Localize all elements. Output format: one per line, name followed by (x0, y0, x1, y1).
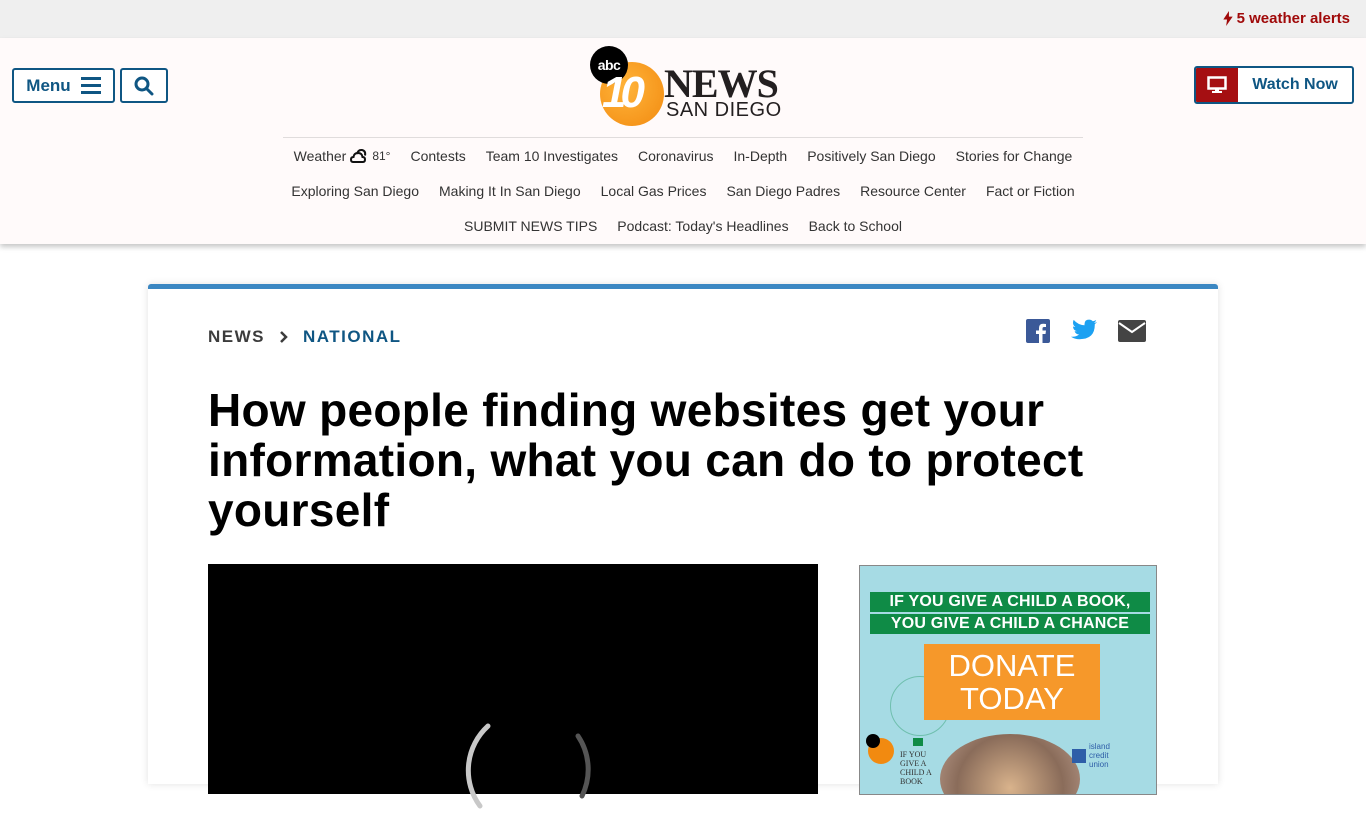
ad-donate-line-1: DONATE (948, 648, 1076, 683)
ad-donate-line-2: TODAY (960, 681, 1064, 716)
nav-item[interactable]: Local Gas Prices (591, 183, 717, 199)
nav-item[interactable]: Stories for Change (946, 148, 1083, 164)
ad-sponsor-logo: island credit union (1072, 742, 1129, 769)
breadcrumb-national[interactable]: NATIONAL (303, 327, 402, 347)
email-share-button[interactable] (1118, 320, 1146, 342)
nav-item[interactable]: Positively San Diego (797, 148, 945, 164)
nav-item[interactable]: SUBMIT NEWS TIPS (454, 218, 607, 234)
search-button[interactable] (120, 68, 168, 103)
advertisement[interactable]: IF YOU GIVE A CHILD A BOOK, YOU GIVE A C… (859, 565, 1157, 795)
book-icon (913, 738, 923, 746)
nav-item[interactable]: Fact or Fiction (976, 183, 1085, 199)
logo-city: SAN DIEGO (666, 99, 782, 121)
article-card: NEWS NATIONAL How people finding website… (148, 284, 1218, 809)
weather-alerts-label: 5 weather alerts (1236, 10, 1350, 27)
nav-item[interactable]: Making It In San Diego (429, 183, 591, 199)
ad-donate-button[interactable]: DONATE TODAY (924, 644, 1100, 720)
menu-button[interactable]: Menu (12, 68, 115, 103)
tv-icon (1196, 68, 1238, 102)
nav-row-1: Weather 81° Contests Team 10 Investigate… (283, 138, 1083, 173)
menu-label: Menu (26, 75, 71, 95)
partly-cloudy-icon (350, 148, 367, 163)
main-nav: Weather 81° Contests Team 10 Investigate… (283, 137, 1083, 243)
nav-item[interactable]: Exploring San Diego (281, 183, 429, 199)
logo-brand: NEWS (664, 61, 779, 106)
nav-weather-temp: 81° (372, 148, 391, 163)
nav-row-2: Exploring San Diego Making It In San Die… (283, 173, 1083, 208)
nav-item-weather[interactable]: Weather 81° (284, 148, 401, 164)
weather-alerts-link[interactable]: 5 weather alerts (1222, 10, 1350, 27)
ad-headline-line-2: YOU GIVE A CHILD A CHANCE (870, 614, 1150, 634)
hamburger-icon (80, 77, 101, 94)
alert-bar: 5 weather alerts (0, 0, 1366, 38)
nav-item[interactable]: Contests (400, 148, 475, 164)
nav-item[interactable]: San Diego Padres (716, 183, 850, 199)
nav-item[interactable]: Back to School (799, 218, 912, 234)
watch-now-button[interactable]: Watch Now (1194, 66, 1354, 104)
share-buttons (1026, 319, 1146, 343)
ad-headline-line-1: IF YOU GIVE A CHILD A BOOK, (870, 592, 1150, 612)
nav-item[interactable]: Podcast: Today's Headlines (607, 218, 798, 234)
nav-row-3: SUBMIT NEWS TIPS Podcast: Today's Headli… (283, 208, 1083, 243)
site-logo[interactable]: abc 10 NEWS SAN DIEGO (588, 44, 783, 134)
chevron-right-icon (280, 331, 288, 343)
watch-now-label: Watch Now (1252, 76, 1338, 93)
breadcrumb: NEWS NATIONAL (208, 327, 402, 347)
nav-item[interactable]: Team 10 Investigates (476, 148, 628, 164)
twitter-share-button[interactable] (1070, 319, 1098, 343)
nav-weather-label: Weather (293, 147, 347, 164)
ad-program-logo: IF YOU GIVE A CHILD A BOOK (900, 750, 932, 786)
search-icon (134, 76, 154, 95)
ad-photo-children (940, 734, 1080, 794)
bolt-icon (1222, 11, 1233, 26)
channel-number: 10 (602, 68, 645, 117)
nav-item[interactable]: Resource Center (850, 183, 976, 199)
loading-spinner-icon (465, 723, 591, 809)
ad-sponsor-name: island credit union (1089, 742, 1110, 769)
island-logo-icon (1072, 748, 1086, 763)
facebook-icon (1026, 319, 1050, 343)
twitter-icon (1071, 319, 1097, 340)
nav-item[interactable]: In-Depth (724, 148, 798, 164)
video-player[interactable] (208, 564, 818, 809)
nav-item[interactable]: Coronavirus (628, 148, 723, 164)
ad-abc-logo (866, 734, 880, 748)
facebook-share-button[interactable] (1026, 319, 1050, 343)
email-icon (1118, 320, 1146, 342)
breadcrumb-news[interactable]: NEWS (208, 327, 265, 347)
site-header: Menu abc 10 NEWS SAN DIEGO Watch Now Wea… (0, 38, 1366, 244)
article-headline: How people finding websites get your inf… (208, 384, 1084, 536)
